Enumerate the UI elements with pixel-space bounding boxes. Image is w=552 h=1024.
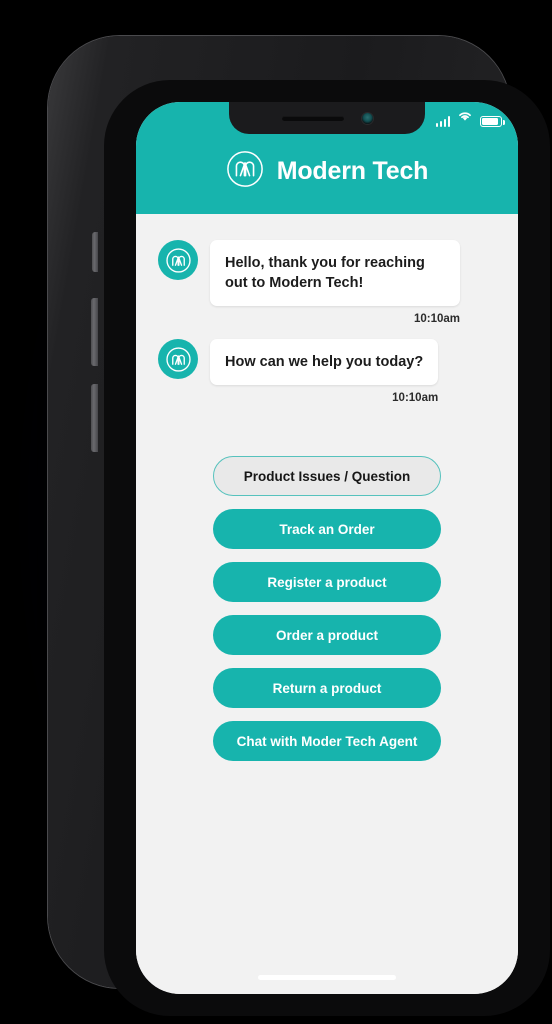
quick-reply-product-issues[interactable]: Product Issues / Question [213, 456, 441, 496]
chat-message: How can we help you today? 10:10am [158, 339, 496, 404]
earpiece-speaker-icon [281, 115, 344, 121]
brand-lockup: Modern Tech [136, 150, 518, 193]
phone-screen: Modern Tech Hello, thank you for reachin… [136, 102, 518, 994]
device-notch [229, 102, 425, 134]
modern-tech-avatar-icon [158, 240, 198, 280]
phone-device-frame: Modern Tech Hello, thank you for reachin… [48, 36, 550, 1016]
quick-reply-return-product[interactable]: Return a product [213, 668, 441, 708]
message-timestamp: 10:10am [413, 313, 460, 325]
message-text: How can we help you today? [210, 339, 439, 385]
chat-body: Hello, thank you for reaching out to Mod… [136, 214, 518, 994]
message-bubble-wrap: How can we help you today? 10:10am [210, 339, 439, 404]
screenshot-stage: Modern Tech Hello, thank you for reachin… [0, 0, 552, 1024]
message-text: Hello, thank you for reaching out to Mod… [210, 240, 460, 306]
modern-tech-avatar-icon [158, 339, 198, 379]
cellular-signal-icon [435, 116, 450, 127]
volume-up-button[interactable] [91, 298, 98, 366]
wifi-icon [457, 109, 473, 127]
message-timestamp: 10:10am [392, 392, 439, 404]
quick-reply-order-product[interactable]: Order a product [213, 615, 441, 655]
home-indicator[interactable] [258, 975, 396, 980]
quick-reply-list: Product Issues / Question Track an Order… [158, 456, 496, 761]
quick-reply-track-order[interactable]: Track an Order [213, 509, 441, 549]
app-title: Modern Tech [276, 157, 429, 185]
silent-switch-button[interactable] [92, 232, 98, 272]
quick-reply-register-product[interactable]: Register a product [213, 562, 441, 602]
battery-icon [480, 116, 505, 127]
message-bubble-wrap: Hello, thank you for reaching out to Mod… [210, 240, 460, 325]
front-camera-icon [361, 112, 373, 124]
quick-reply-chat-agent[interactable]: Chat with Moder Tech Agent [213, 721, 441, 761]
status-bar [435, 112, 505, 127]
chat-message: Hello, thank you for reaching out to Mod… [158, 240, 496, 325]
modern-tech-logo-icon [226, 150, 264, 193]
volume-down-button[interactable] [91, 384, 98, 452]
